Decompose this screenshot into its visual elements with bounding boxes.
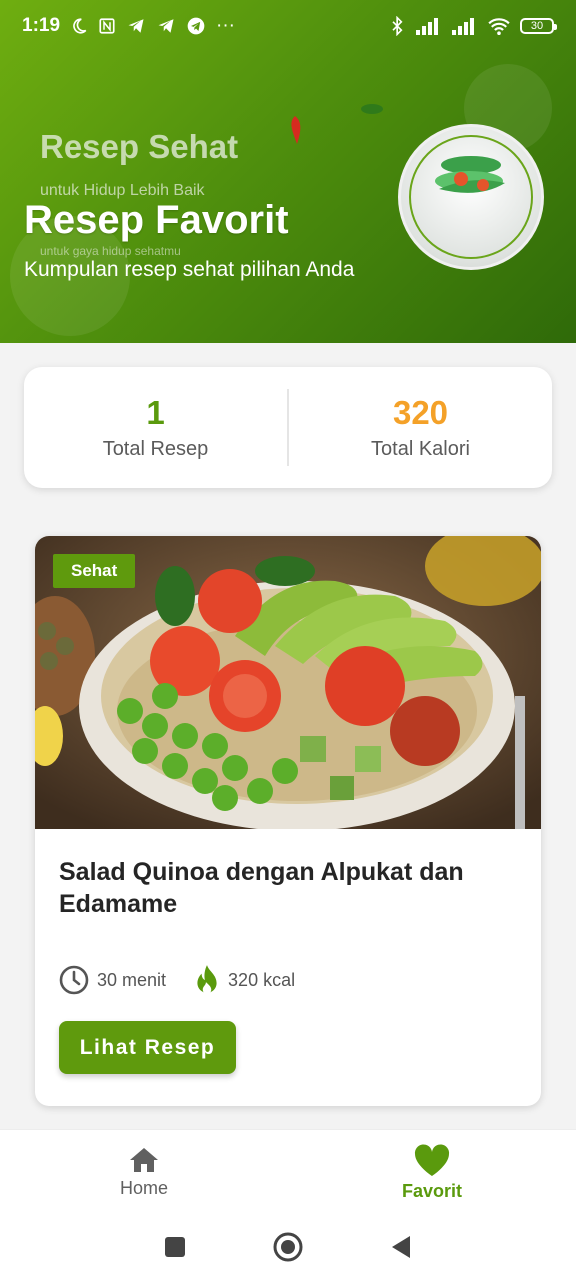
recipe-title: Salad Quinoa dengan Alpukat dan Edamame [59, 858, 464, 918]
pepper-decor-icon [291, 116, 301, 144]
nfc-icon [99, 18, 115, 34]
telegram-circle-icon [187, 17, 205, 35]
total-recipes-label: Total Resep [102, 438, 209, 460]
total-calories-value: 320 [392, 394, 449, 431]
recipe-time-label: 30 menit [97, 969, 167, 990]
nav-item-favorit[interactable]: Favorit [288, 1130, 576, 1214]
nav-item-home[interactable]: Home [0, 1130, 288, 1214]
telegram-icon [158, 19, 174, 33]
background-small-text: untuk gaya hidup sehatmu [40, 244, 181, 258]
recipe-calories-label: 320 kcal [228, 969, 296, 990]
status-time: 1:19 [22, 15, 61, 36]
status-bar: 1:19 ··· 30 [0, 0, 576, 52]
page-title: Resep Favorit [24, 198, 289, 242]
recent-apps-icon[interactable] [164, 1236, 186, 1258]
stat-total-calories: 320 Total Kalori [289, 367, 552, 488]
more-notifications: ··· [216, 15, 236, 36]
signal-icon [416, 18, 438, 35]
telegram-icon [128, 19, 144, 33]
stats-card: 1 Total Resep 320 Total Kalori [24, 367, 552, 488]
nav-label-favorit: Favorit [401, 1180, 462, 1201]
back-icon[interactable] [390, 1235, 412, 1259]
nav-label-home: Home [119, 1177, 168, 1198]
healthy-badge: Sehat [53, 554, 136, 588]
wifi-icon [488, 18, 510, 35]
recipe-card[interactable]: Sehat Salad Quinoa dengan Alpukat dan Ed… [35, 536, 541, 1106]
home-icon [130, 1147, 158, 1172]
view-recipe-button[interactable]: Lihat Resep [59, 1021, 236, 1074]
header-banner: 1:19 ··· 30 Resep Sehat untuk Hidup Lebi… [0, 0, 576, 343]
signal-icon [452, 18, 474, 35]
total-recipes-value: 1 [146, 394, 165, 431]
moon-icon [73, 18, 87, 34]
recipe-calories: 320 kcal [194, 964, 295, 996]
salad-logo-icon [435, 156, 505, 193]
system-navigation-bar [0, 1214, 576, 1280]
recipe-meta: 30 menit 320 kcal [59, 964, 313, 996]
stat-total-recipes: 1 Total Resep [24, 367, 287, 488]
page-subtitle: Kumpulan resep sehat pilihan Anda [24, 258, 355, 281]
home-button-icon[interactable] [273, 1232, 303, 1262]
clock-icon [59, 965, 89, 995]
app-logo [398, 124, 544, 270]
fire-icon [197, 965, 217, 994]
background-title: Resep Sehat [40, 128, 239, 165]
recipe-time: 30 menit [59, 965, 166, 995]
leaf-decor-icon [361, 104, 383, 114]
total-calories-label: Total Kalori [371, 438, 470, 460]
battery-indicator: 30 [520, 18, 557, 34]
bluetooth-icon [392, 16, 403, 36]
bottom-navigation: Home Favorit [0, 1129, 576, 1214]
heart-icon [414, 1143, 450, 1176]
